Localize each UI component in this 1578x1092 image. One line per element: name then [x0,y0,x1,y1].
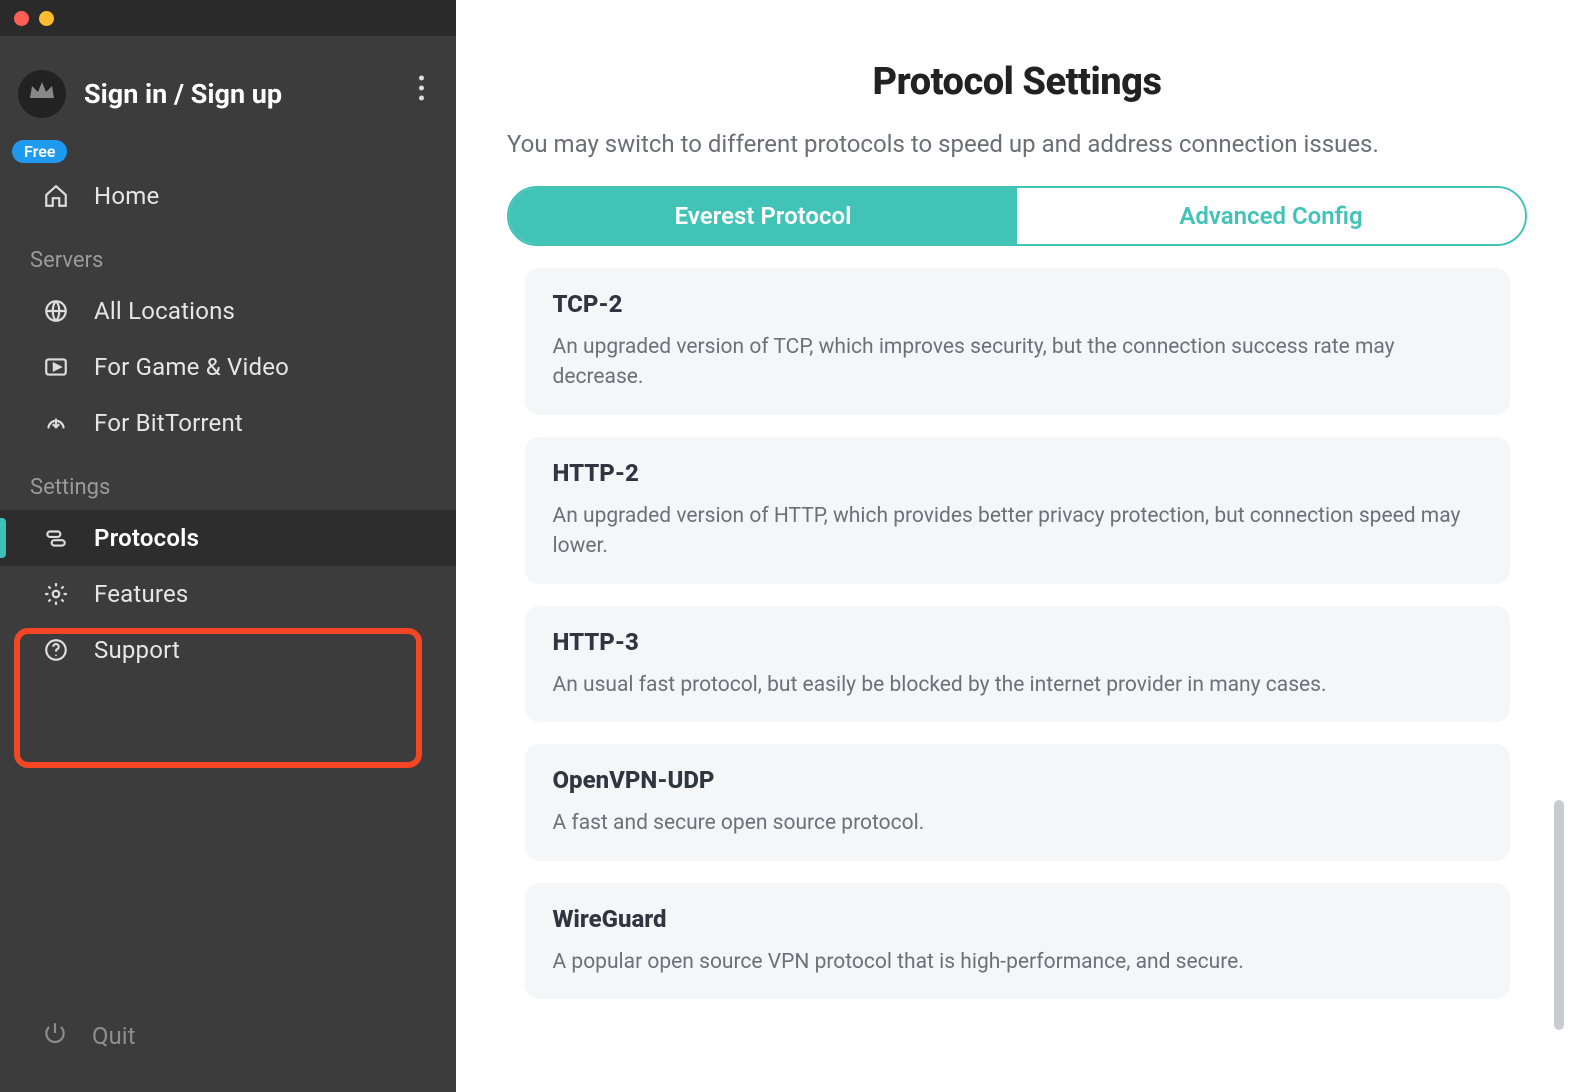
protocol-card-http3[interactable]: HTTP-3 An usual fast protocol, but easil… [525,606,1510,722]
download-icon [42,409,70,437]
more-menu-button[interactable] [419,76,424,101]
sidebar-item-features[interactable]: Features [0,566,456,622]
play-icon [42,353,70,381]
window-minimize-button[interactable] [39,11,54,26]
protocol-title: OpenVPN-UDP [553,766,1482,794]
protocol-desc: A fast and secure open source protocol. [553,808,1482,838]
protocol-desc: An usual fast protocol, but easily be bl… [553,670,1482,700]
sidebar-item-label: For BitTorrent [94,409,243,437]
protocol-title: HTTP-3 [553,628,1482,656]
sidebar-item-label: Quit [92,1022,135,1050]
sidebar-item-all-locations[interactable]: All Locations [0,283,456,339]
page-subtitle: You may switch to different protocols to… [507,130,1527,158]
sidebar-item-home[interactable]: Home [0,168,456,224]
sidebar-section-servers: Servers [0,224,456,283]
account-row[interactable]: Sign in / Sign up [0,36,456,140]
window-close-button[interactable] [14,11,29,26]
help-icon [42,636,70,664]
tab-everest-protocol[interactable]: Everest Protocol [509,188,1017,244]
sidebar-item-label: Protocols [94,524,199,552]
crown-icon [26,76,58,112]
sidebar-item-label: Features [94,580,189,608]
home-icon [42,182,70,210]
protocol-title: HTTP-2 [553,459,1482,487]
main-panel: Protocol Settings You may switch to diff… [456,0,1578,1092]
protocol-desc: An upgraded version of TCP, which improv… [553,332,1482,393]
globe-icon [42,297,70,325]
scrollbar-thumb[interactable] [1554,800,1564,1030]
protocol-card-openvpn-udp[interactable]: OpenVPN-UDP A fast and secure open sourc… [525,744,1510,860]
protocol-title: TCP-2 [553,290,1482,318]
sidebar-item-label: All Locations [94,297,235,325]
protocol-title: WireGuard [553,905,1482,933]
sidebar-item-label: Home [94,182,159,210]
protocol-card-wireguard[interactable]: WireGuard A popular open source VPN prot… [525,883,1510,999]
protocol-card-tcp2[interactable]: TCP-2 An upgraded version of TCP, which … [525,268,1510,415]
gear-icon [42,580,70,608]
sidebar-item-bittorrent[interactable]: For BitTorrent [0,395,456,451]
protocol-list: TCP-2 An upgraded version of TCP, which … [525,268,1510,1039]
protocol-desc: An upgraded version of HTTP, which provi… [553,501,1482,562]
sidebar-item-quit[interactable]: Quit [0,990,456,1092]
window-titlebar [0,0,456,36]
sidebar-item-label: Support [94,636,180,664]
sidebar-item-support[interactable]: Support [0,622,456,678]
plan-badge: Free [12,140,67,163]
protocol-card-http2[interactable]: HTTP-2 An upgraded version of HTTP, whic… [525,437,1510,584]
sidebar: Sign in / Sign up Free Home Servers All … [0,0,456,1092]
protocol-desc: A popular open source VPN protocol that … [553,947,1482,977]
signin-label: Sign in / Sign up [84,78,282,110]
tab-bar: Everest Protocol Advanced Config [507,186,1527,246]
sidebar-item-protocols[interactable]: Protocols [0,510,456,566]
sidebar-item-game-video[interactable]: For Game & Video [0,339,456,395]
power-icon [42,1020,68,1052]
protocols-icon [42,524,70,552]
tab-advanced-config[interactable]: Advanced Config [1017,188,1525,244]
sidebar-item-label: For Game & Video [94,353,289,381]
nav: Home Servers All Locations For Game & Vi… [0,140,456,1092]
page-title: Protocol Settings [873,60,1162,104]
sidebar-section-settings: Settings [0,451,456,510]
avatar [18,70,66,118]
